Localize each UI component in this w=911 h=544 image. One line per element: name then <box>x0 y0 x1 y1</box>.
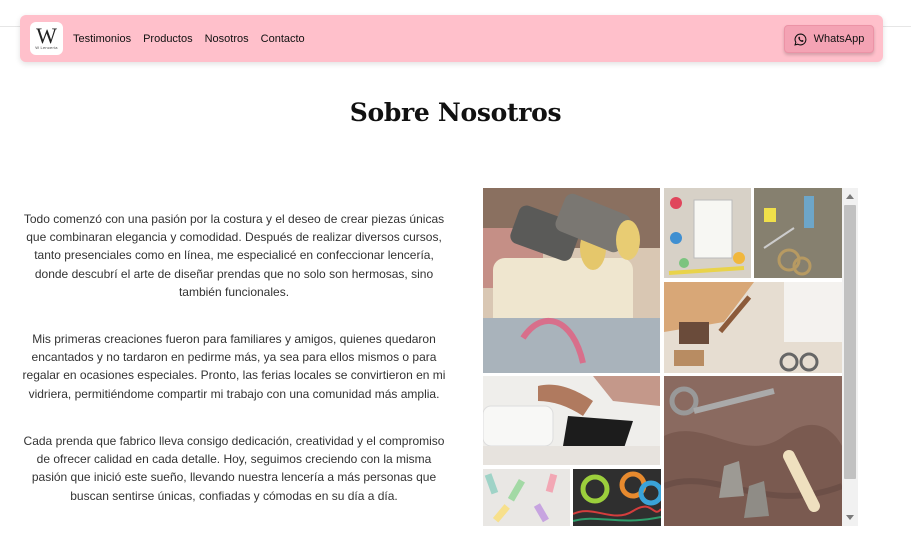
colorful-thread-image <box>573 469 661 526</box>
whatsapp-button-label: WhatsApp <box>813 33 865 45</box>
nav-links: Testimonios Productos Nosotros Contacto <box>73 15 305 62</box>
whatsapp-icon <box>793 33 807 46</box>
navbar: W W Lencería Testimonios Productos Nosot… <box>20 15 883 62</box>
about-paragraph-2: Mis primeras creaciones fueron para fami… <box>22 332 446 401</box>
scrollbar-thumb[interactable] <box>844 205 856 479</box>
gallery-scrollbar[interactable] <box>842 188 858 526</box>
about-paragraph-1: Todo comenzó con una pasión por la costu… <box>23 212 445 299</box>
section-title: Sobre Nosotros <box>349 98 562 127</box>
nav-link-nosotros[interactable]: Nosotros <box>205 33 249 45</box>
scroll-down-arrow-icon[interactable] <box>846 515 854 520</box>
nav-link-testimonios[interactable]: Testimonios <box>73 33 131 45</box>
notebook-sewing-supplies-image <box>664 188 751 278</box>
logo-letter: W <box>36 23 57 48</box>
scroll-up-arrow-icon[interactable] <box>846 194 854 199</box>
hands-sewing-image <box>483 376 660 465</box>
logo-subtext: W Lencería <box>35 45 58 50</box>
nav-link-contacto[interactable]: Contacto <box>261 33 305 45</box>
whatsapp-button[interactable]: WhatsApp <box>784 25 874 53</box>
about-paragraph-3: Cada prenda que fabrico lleva consigo de… <box>23 434 445 503</box>
sewing-machine-thread-image <box>483 188 660 373</box>
thimbles-fabric-scissors-image <box>664 376 842 526</box>
nav-link-productos[interactable]: Productos <box>143 33 193 45</box>
brand-logo[interactable]: W W Lencería <box>30 22 63 55</box>
sewing-tools-fabric-image <box>664 282 842 373</box>
thread-spools-scissors-image <box>754 188 842 278</box>
photo-gallery <box>483 188 858 526</box>
pastel-thread-spools-image <box>483 469 570 526</box>
